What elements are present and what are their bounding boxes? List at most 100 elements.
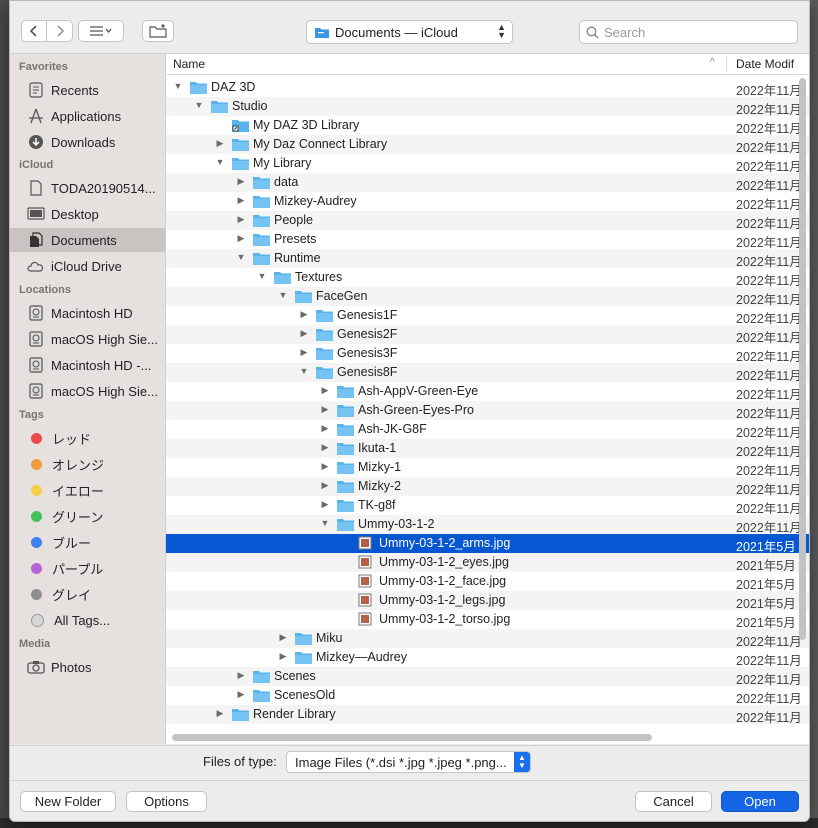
sidebar-item-icloud-2[interactable]: Documents <box>10 228 165 252</box>
file-row[interactable]: Ummy-03-1-2_torso.jpg 2021年5月 <box>166 610 809 630</box>
disclosure-closed-icon[interactable]: ▶ <box>236 176 246 187</box>
options-button[interactable]: Options <box>126 791 207 812</box>
file-type-select[interactable]: Image Files (*.dsi *.jpg *.jpeg *.png...… <box>286 751 531 773</box>
folder-row[interactable]: ▼ Studio 2022年11月 <box>166 97 809 117</box>
folder-row[interactable]: ▶ Genesis3F 2022年11月 <box>166 344 809 364</box>
disclosure-closed-icon[interactable]: ▶ <box>320 480 330 491</box>
column-divider[interactable] <box>726 56 727 72</box>
sidebar-item-tag-1[interactable]: オレンジ <box>10 452 165 476</box>
sidebar-item-tag-0[interactable]: レッド <box>10 426 165 450</box>
disclosure-closed-icon[interactable]: ▶ <box>320 499 330 510</box>
folder-row[interactable]: ▶ ScenesOld 2022年11月 <box>166 686 809 706</box>
disclosure-closed-icon[interactable]: ▶ <box>215 708 225 719</box>
disclosure-closed-icon[interactable]: ▶ <box>299 347 309 358</box>
folder-row[interactable]: ▶ Ash-AppV-Green-Eye 2022年11月 <box>166 382 809 402</box>
disclosure-closed-icon[interactable]: ▶ <box>299 328 309 339</box>
sidebar-item-tag-6[interactable]: グレイ <box>10 582 165 606</box>
disclosure-closed-icon[interactable]: ▶ <box>320 442 330 453</box>
folder-row[interactable]: ▶ My Daz Connect Library 2022年11月 <box>166 135 809 155</box>
folder-row[interactable]: ▶ Genesis1F 2022年11月 <box>166 306 809 326</box>
column-date-header[interactable]: Date Modif <box>736 57 794 71</box>
folder-row[interactable]: ▼ FaceGen 2022年11月 <box>166 287 809 307</box>
cancel-button[interactable]: Cancel <box>635 791 712 812</box>
folder-row[interactable]: ▼ Genesis8F 2022年11月 <box>166 363 809 383</box>
sidebar-item-location-1[interactable]: macOS High Sie... <box>10 327 165 351</box>
sidebar-item-recents[interactable]: Recents <box>10 78 165 102</box>
sidebar-item-tag-4[interactable]: ブルー <box>10 530 165 554</box>
vertical-scrollbar[interactable] <box>799 78 807 668</box>
folder-row[interactable]: ▶ Ikuta-1 2022年11月 <box>166 439 809 459</box>
folder-row[interactable]: ▼ Ummy-03-1-2 2022年11月 <box>166 515 809 535</box>
disclosure-open-icon[interactable]: ▼ <box>320 518 330 528</box>
horizontal-scroll-thumb[interactable] <box>172 734 652 741</box>
open-button[interactable]: Open <box>721 791 799 812</box>
file-row[interactable]: My DAZ 3D Library 2022年11月 <box>166 116 809 136</box>
folder-row[interactable]: ▶ Mizky-2 2022年11月 <box>166 477 809 497</box>
location-popup[interactable]: Documents — iCloud ▲ ▼ <box>306 20 513 44</box>
disclosure-closed-icon[interactable]: ▶ <box>236 214 246 225</box>
folder-row[interactable]: ▶ Genesis2F 2022年11月 <box>166 325 809 345</box>
disclosure-closed-icon[interactable]: ▶ <box>236 689 246 700</box>
sidebar-item-location-2[interactable]: Macintosh HD -... <box>10 353 165 377</box>
folder-row[interactable]: ▼ Runtime 2022年11月 <box>166 249 809 269</box>
back-button[interactable] <box>21 20 47 42</box>
sidebar-item-downloads[interactable]: Downloads <box>10 130 165 154</box>
disclosure-closed-icon[interactable]: ▶ <box>236 670 246 681</box>
folder-row[interactable]: ▼ My Library 2022年11月 <box>166 154 809 174</box>
disclosure-open-icon[interactable]: ▼ <box>278 290 288 300</box>
disclosure-closed-icon[interactable]: ▶ <box>320 404 330 415</box>
folder-row[interactable]: ▶ Presets 2022年11月 <box>166 230 809 250</box>
sidebar-item-tag-3[interactable]: グリーン <box>10 504 165 528</box>
search-field[interactable]: Search <box>579 20 798 44</box>
sidebar-item-icloud-1[interactable]: Desktop <box>10 202 165 226</box>
folder-row[interactable]: ▶ Ash-JK-G8F 2022年11月 <box>166 420 809 440</box>
sidebar-item-tag-5[interactable]: パープル <box>10 556 165 580</box>
column-name-header[interactable]: Name <box>173 57 205 71</box>
sidebar-item-icloud-3[interactable]: iCloud Drive <box>10 254 165 278</box>
folder-row[interactable]: ▶ Mizkey—Audrey 2022年11月 <box>166 648 809 668</box>
folder-row[interactable]: ▼ Textures 2022年11月 <box>166 268 809 288</box>
folder-row[interactable]: ▶ TK-g8f 2022年11月 <box>166 496 809 516</box>
disclosure-closed-icon[interactable]: ▶ <box>278 651 288 662</box>
sidebar-item-tag-2[interactable]: イエロー <box>10 478 165 502</box>
disclosure-closed-icon[interactable]: ▶ <box>299 309 309 320</box>
file-row[interactable]: Ummy-03-1-2_arms.jpg 2021年5月 <box>166 534 809 554</box>
folder-row[interactable]: ▶ Miku 2022年11月 <box>166 629 809 649</box>
disclosure-closed-icon[interactable]: ▶ <box>215 138 225 149</box>
disclosure-closed-icon[interactable]: ▶ <box>320 423 330 434</box>
folder-row[interactable]: ▶ Ash-Green-Eyes-Pro 2022年11月 <box>166 401 809 421</box>
disclosure-closed-icon[interactable]: ▶ <box>236 233 246 244</box>
folder-row[interactable]: ▶ Mizky-1 2022年11月 <box>166 458 809 478</box>
sidebar-item-location-0[interactable]: Macintosh HD <box>10 301 165 325</box>
vertical-scroll-thumb[interactable] <box>799 78 806 640</box>
disclosure-open-icon[interactable]: ▼ <box>257 271 267 281</box>
new-folder-toolbar-button[interactable] <box>142 20 174 42</box>
sidebar-item-applications[interactable]: Applications <box>10 104 165 128</box>
folder-row[interactable]: ▶ People 2022年11月 <box>166 211 809 231</box>
folder-row[interactable]: ▼ DAZ 3D 2022年11月 <box>166 78 809 98</box>
sidebar-item-location-3[interactable]: macOS High Sie... <box>10 379 165 403</box>
file-row[interactable]: Ummy-03-1-2_eyes.jpg 2021年5月 <box>166 553 809 573</box>
sidebar-item-icloud-0[interactable]: TODA20190514... <box>10 176 165 200</box>
disclosure-closed-icon[interactable]: ▶ <box>236 195 246 206</box>
sidebar-item-tag-7[interactable]: All Tags... <box>10 608 165 632</box>
folder-row[interactable]: ▶ Render Library 2022年11月 <box>166 705 809 725</box>
new-folder-button[interactable]: New Folder <box>20 791 116 812</box>
disclosure-closed-icon[interactable]: ▶ <box>278 632 288 643</box>
disclosure-closed-icon[interactable]: ▶ <box>320 385 330 396</box>
sidebar-item-photos[interactable]: Photos <box>10 655 165 679</box>
disclosure-open-icon[interactable]: ▼ <box>236 252 246 262</box>
disclosure-open-icon[interactable]: ▼ <box>194 100 204 110</box>
folder-row[interactable]: ▶ data 2022年11月 <box>166 173 809 193</box>
file-row[interactable]: Ummy-03-1-2_face.jpg 2021年5月 <box>166 572 809 592</box>
file-row[interactable]: Ummy-03-1-2_legs.jpg 2021年5月 <box>166 591 809 611</box>
folder-row[interactable]: ▶ Mizkey-Audrey 2022年11月 <box>166 192 809 212</box>
disclosure-open-icon[interactable]: ▼ <box>173 81 183 91</box>
file-name: Scenes <box>274 669 316 683</box>
folder-row[interactable]: ▶ Scenes 2022年11月 <box>166 667 809 687</box>
view-options-button[interactable] <box>78 20 124 42</box>
disclosure-open-icon[interactable]: ▼ <box>215 157 225 167</box>
disclosure-closed-icon[interactable]: ▶ <box>320 461 330 472</box>
disclosure-open-icon[interactable]: ▼ <box>299 366 309 376</box>
forward-button[interactable] <box>47 20 73 42</box>
